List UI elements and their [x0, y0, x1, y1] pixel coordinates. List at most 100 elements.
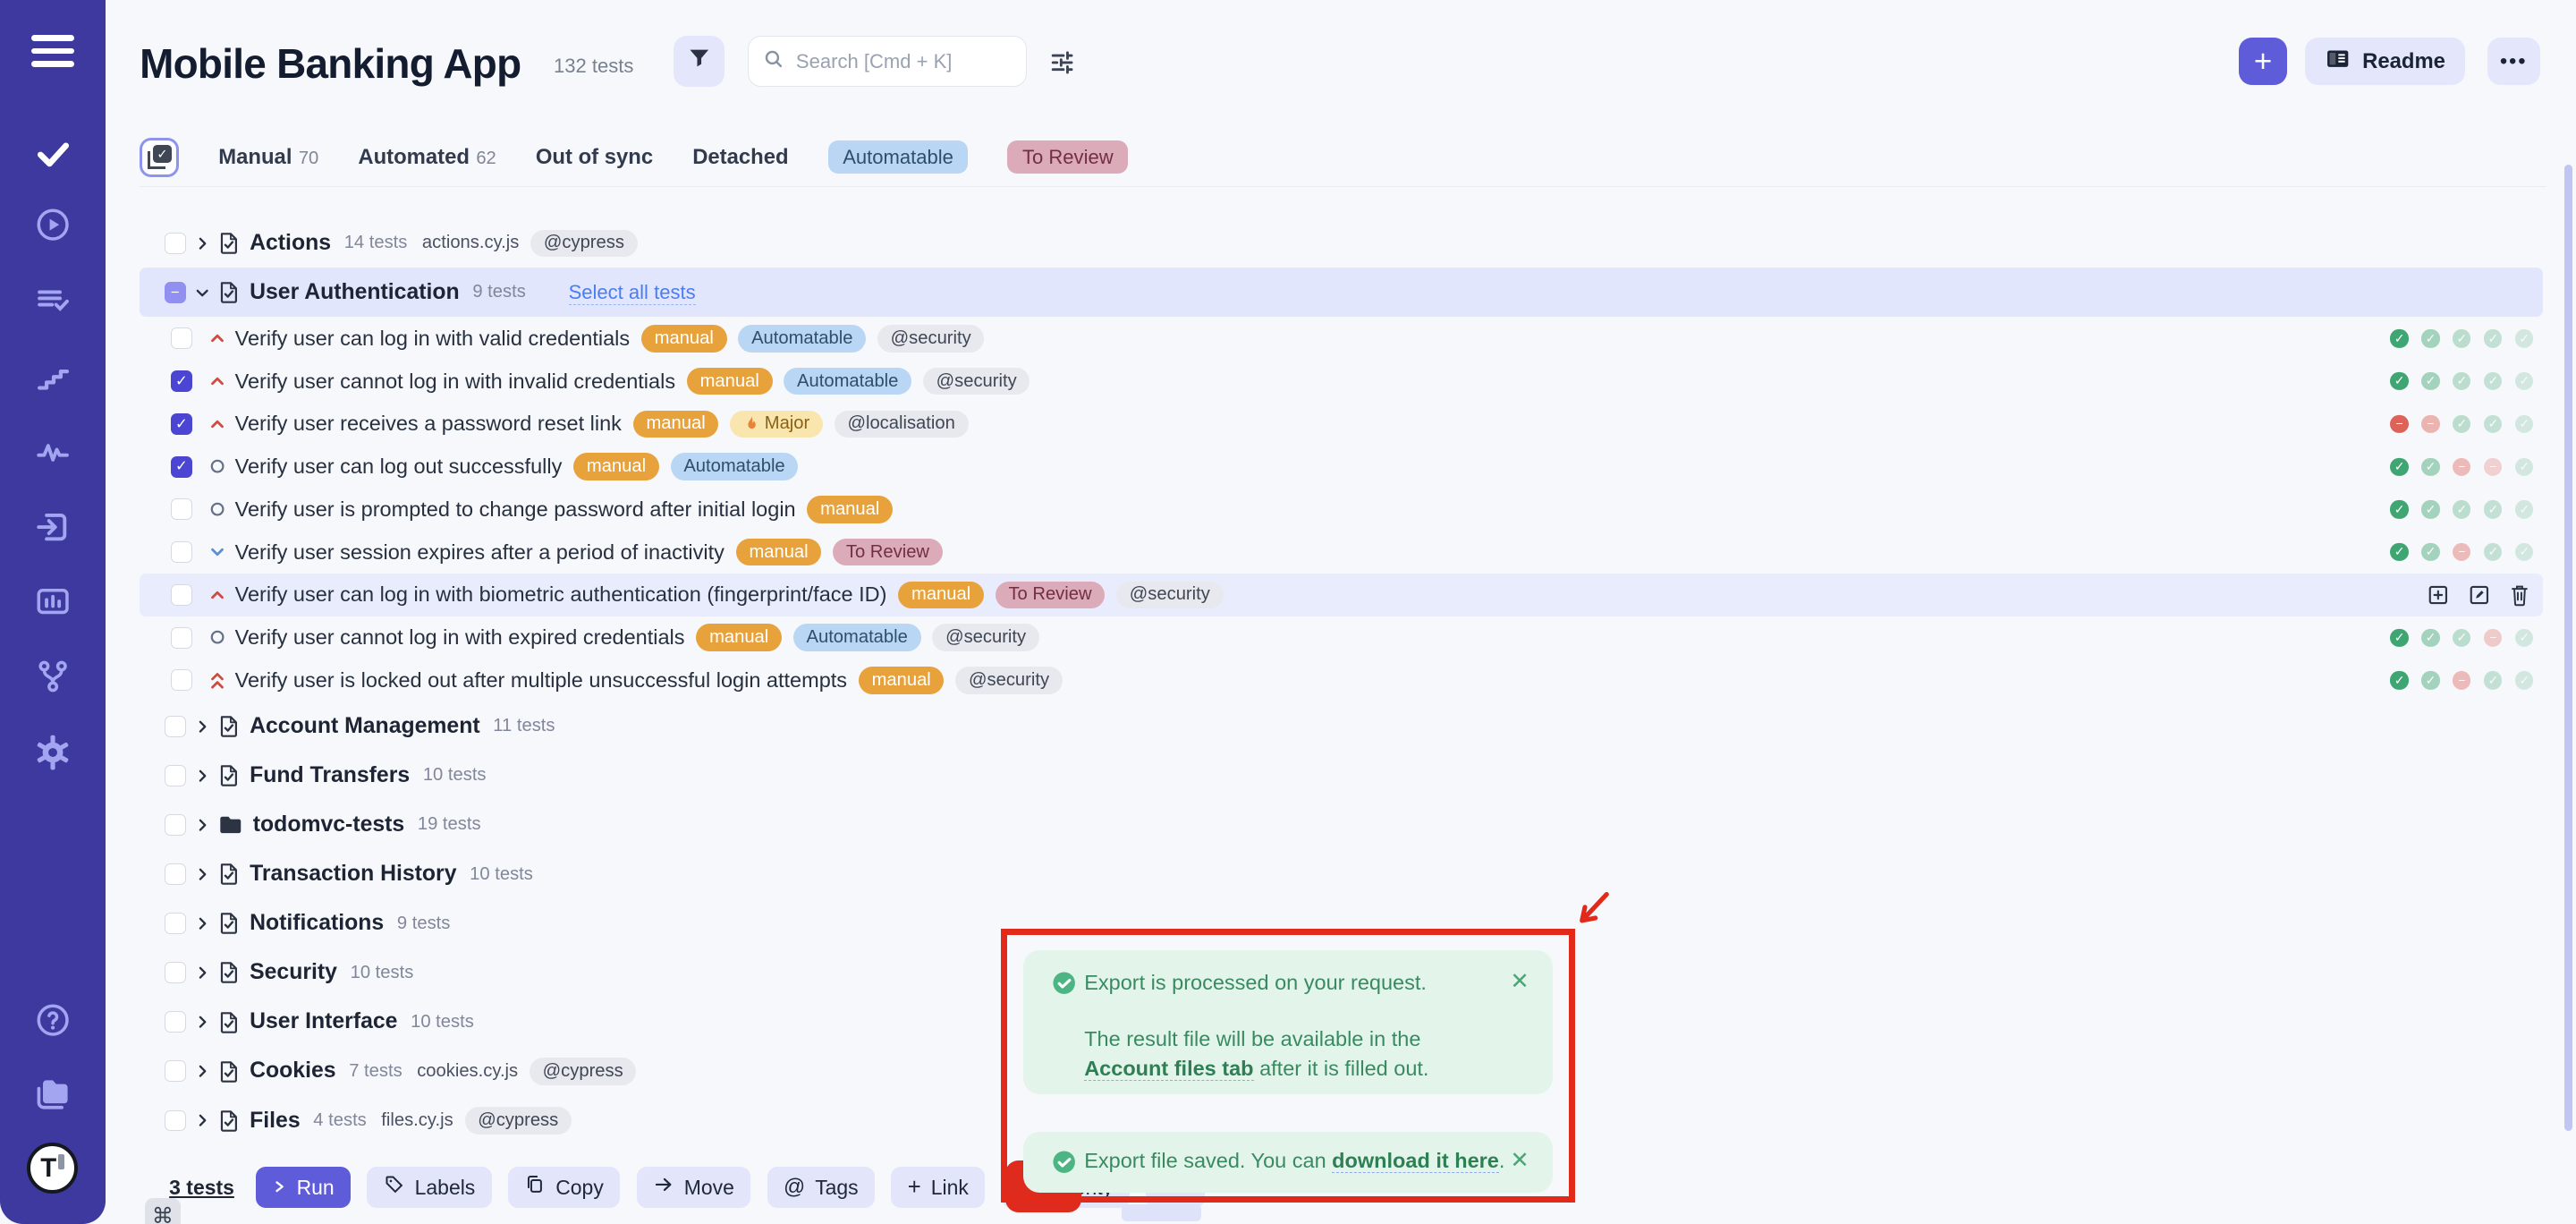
row-checkbox[interactable] [165, 863, 186, 885]
tests-check-icon[interactable] [0, 125, 106, 181]
suite-row[interactable]: Actions14 testsactions.cy.js@cypress [140, 218, 2543, 268]
row-checkbox[interactable] [171, 627, 192, 649]
search-input[interactable] [796, 50, 1011, 73]
settings-gear-icon[interactable] [0, 725, 106, 780]
download-link[interactable]: download it here [1332, 1149, 1499, 1173]
test-row[interactable]: Verify user is locked out after multiple… [140, 659, 2543, 701]
chevron-down-icon[interactable] [194, 285, 210, 301]
row-checkbox[interactable] [171, 584, 192, 606]
run-button[interactable]: Run [256, 1167, 351, 1208]
row-checkbox[interactable] [171, 669, 192, 691]
test-runs-play-icon[interactable] [0, 197, 106, 252]
test-row[interactable]: Verify user can log in with valid creden… [140, 317, 2543, 360]
tags-button[interactable]: @ Tags [767, 1167, 875, 1208]
help-question-icon[interactable] [0, 992, 106, 1048]
select-all-tests-link[interactable]: Select all tests [569, 280, 696, 306]
suite-row[interactable]: Account Management11 tests [140, 701, 2543, 751]
test-title: Verify user can log out successfully [235, 455, 563, 479]
row-checkbox[interactable]: − [165, 282, 186, 303]
chevron-right-icon[interactable] [194, 817, 210, 833]
chevron-right-icon[interactable] [194, 768, 210, 784]
delete-test-icon[interactable] [2509, 583, 2530, 607]
suite-row[interactable]: Notifications9 tests [140, 899, 2543, 948]
move-button[interactable]: Move [637, 1167, 751, 1208]
tab-detached[interactable]: Detached [692, 145, 788, 170]
row-checkbox[interactable]: ✓ [171, 456, 192, 478]
row-checkbox[interactable] [171, 498, 192, 520]
row-checkbox[interactable] [171, 327, 192, 349]
row-hover-actions [2427, 583, 2530, 607]
tab-automated[interactable]: Automated62 [358, 145, 496, 170]
filter-button[interactable] [674, 36, 724, 87]
chevron-right-icon[interactable] [194, 235, 210, 251]
integrations-branch-icon[interactable] [0, 648, 106, 703]
labels-button[interactable]: Labels [367, 1167, 491, 1208]
failed-dot-icon: − [2484, 457, 2502, 475]
filter-pill-automatable[interactable]: Automatable [828, 140, 969, 174]
link-button[interactable]: + Link [891, 1167, 985, 1208]
test-row[interactable]: Verify user cannot log in with expired c… [140, 616, 2543, 659]
requirements-import-icon[interactable] [0, 499, 106, 555]
row-checkbox[interactable] [165, 765, 186, 786]
edit-test-icon[interactable] [2468, 583, 2491, 607]
run-result-dots: ✓✓✓✓✓ [2390, 372, 2533, 390]
menu-icon[interactable] [0, 23, 106, 79]
projects-folder-icon[interactable] [0, 1067, 106, 1122]
chevron-right-icon[interactable] [194, 1112, 210, 1128]
row-checkbox[interactable] [165, 814, 186, 836]
run-result-dots: ✓✓✓−✓ [2390, 628, 2533, 646]
suite-row[interactable]: −User Authentication9 testsSelect all te… [140, 268, 2543, 317]
test-row[interactable]: ✓Verify user cannot log in with invalid … [140, 360, 2543, 403]
passed-dot-icon: ✓ [2421, 372, 2439, 390]
row-checkbox[interactable] [165, 1110, 186, 1132]
search-box[interactable] [748, 36, 1027, 87]
suite-row[interactable]: todomvc-tests19 tests [140, 800, 2543, 849]
readme-button[interactable]: Readme [2305, 38, 2465, 85]
chevron-right-icon[interactable] [194, 1014, 210, 1030]
row-checkbox[interactable]: ✓ [171, 370, 192, 392]
display-settings-sliders-icon[interactable] [1048, 47, 1076, 82]
test-row[interactable]: ✓Verify user receives a password reset l… [140, 403, 2543, 446]
test-row[interactable]: ✓Verify user can log out successfullyman… [140, 446, 2543, 489]
selected-tests-count[interactable]: 3 tests [169, 1176, 234, 1200]
user-avatar[interactable]: T [0, 1141, 106, 1196]
add-test-icon[interactable] [2427, 583, 2450, 607]
chevron-right-icon[interactable] [194, 866, 210, 882]
account-files-tab-link[interactable]: Account files tab [1084, 1057, 1253, 1081]
row-checkbox[interactable] [165, 1060, 186, 1082]
row-checkbox[interactable] [165, 716, 186, 737]
tab-manual[interactable]: Manual70 [218, 145, 318, 170]
header-more-button[interactable]: ••• [2487, 38, 2540, 85]
create-button[interactable]: + [2239, 38, 2286, 85]
chevron-right-icon[interactable] [194, 1063, 210, 1079]
tab-out-of-sync[interactable]: Out of sync [536, 145, 653, 170]
suite-row[interactable]: Transaction History10 tests [140, 849, 2543, 898]
defects-pulse-icon[interactable] [0, 424, 106, 480]
test-plans-list-icon[interactable] [0, 273, 106, 328]
chevron-right-icon[interactable] [194, 718, 210, 735]
pink-badge: To Review [996, 582, 1106, 608]
filter-pill-to-review[interactable]: To Review [1007, 140, 1128, 174]
close-icon[interactable]: ✕ [1510, 968, 1530, 995]
chevron-right-icon[interactable] [194, 915, 210, 931]
suite-title: Fund Transfers [250, 763, 410, 788]
chevron-right-icon[interactable] [194, 965, 210, 981]
test-row[interactable]: Verify user is prompted to change passwo… [140, 488, 2543, 531]
vertical-scrollbar[interactable] [2564, 165, 2572, 1131]
row-checkbox[interactable] [165, 233, 186, 254]
passed-dot-icon: ✓ [2390, 500, 2408, 518]
close-icon[interactable]: ✕ [1510, 1147, 1530, 1174]
select-all-button[interactable]: ✓ [140, 138, 179, 177]
suite-row[interactable]: Fund Transfers10 tests [140, 751, 2543, 800]
row-checkbox[interactable]: ✓ [171, 413, 192, 435]
milestones-steps-icon[interactable] [0, 350, 106, 405]
test-row[interactable]: Verify user session expires after a peri… [140, 531, 2543, 574]
row-checkbox[interactable] [171, 541, 192, 563]
dashboards-chart-icon[interactable] [0, 574, 106, 629]
test-row[interactable]: Verify user can log in with biometric au… [140, 574, 2543, 616]
copy-button[interactable]: Copy [508, 1167, 620, 1208]
row-checkbox[interactable] [165, 962, 186, 983]
document-check-icon [218, 862, 240, 887]
row-checkbox[interactable] [165, 1011, 186, 1033]
row-checkbox[interactable] [165, 913, 186, 934]
